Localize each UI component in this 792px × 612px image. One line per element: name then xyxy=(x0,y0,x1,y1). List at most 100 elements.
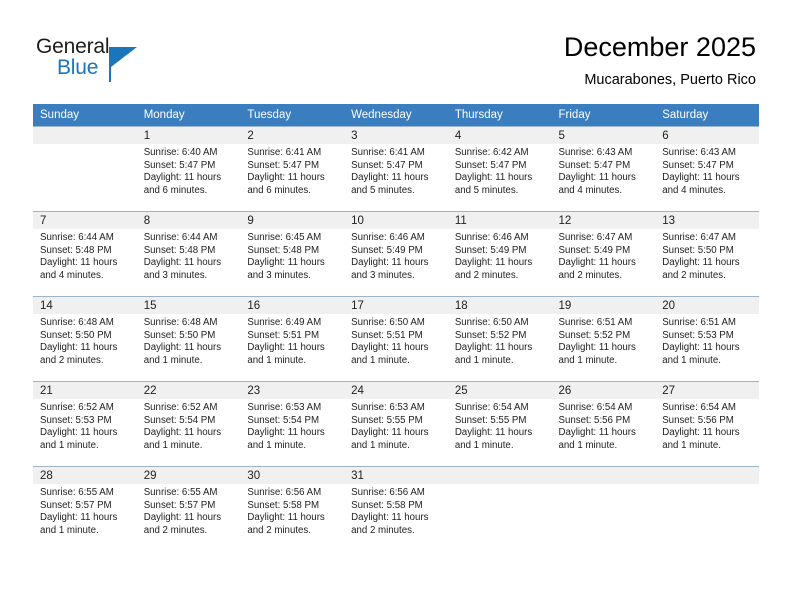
day-details: Sunrise: 6:53 AM Sunset: 5:54 PM Daylight:… xyxy=(240,399,344,452)
calendar-day-cell[interactable]: 29 Sunrise: 6:55 AM Sunset: 5:57 PM Dayligh… xyxy=(136,466,241,551)
daylight-text-line1: Daylight: 11 hours xyxy=(247,427,325,439)
calendar-day-cell[interactable]: 23 Sunrise: 6:53 AM Sunset: 5:54 PM Dayligh… xyxy=(240,381,345,466)
daylight-text-line1: Daylight: 11 hours xyxy=(558,172,636,184)
day-cell-inner: 10 Sunrise: 6:46 AM Sunset: 5:49 PM Dayligh… xyxy=(344,211,448,296)
day-number: 4 xyxy=(447,127,552,144)
day-cell-inner: 7 Sunrise: 6:44 AM Sunset: 5:48 PM Daylight… xyxy=(33,211,137,296)
day-number: 14 xyxy=(33,297,137,314)
daylight-text-line2: and 4 minutes. xyxy=(662,184,726,196)
calendar-day-cell[interactable]: 22 Sunrise: 6:52 AM Sunset: 5:54 PM Dayligh… xyxy=(136,381,241,466)
calendar-day-cell[interactable]: 15 Sunrise: 6:48 AM Sunset: 5:50 PM Dayligh… xyxy=(136,296,241,381)
calendar-day-cell[interactable]: 3 Sunrise: 6:41 AM Sunset: 5:47 PM Daylight… xyxy=(344,126,448,211)
sunrise-text: Sunrise: 6:56 AM xyxy=(247,487,322,498)
calendar-day-cell[interactable]: 16 Sunrise: 6:49 AM Sunset: 5:51 PM Dayligh… xyxy=(240,296,345,381)
day-cell-inner: 17 Sunrise: 6:50 AM Sunset: 5:51 PM Dayligh… xyxy=(344,296,448,381)
sunrise-text: Sunrise: 6:54 AM xyxy=(662,402,736,413)
daylight-text-line1: Daylight: 11 hours xyxy=(351,512,429,524)
calendar-day-cell[interactable]: 10 Sunrise: 6:46 AM Sunset: 5:49 PM Dayligh… xyxy=(344,211,448,296)
daylight-text-line2: and 1 minute. xyxy=(40,524,99,536)
day-cell-inner: 19 Sunrise: 6:51 AM Sunset: 5:52 PM Dayligh… xyxy=(551,296,656,381)
daylight-text-line1: Daylight: 11 hours xyxy=(351,342,429,354)
daylight-text-line2: and 5 minutes. xyxy=(454,184,519,196)
day-cell-inner: 22 Sunrise: 6:52 AM Sunset: 5:54 PM Dayligh… xyxy=(136,381,241,466)
day-cell-inner: 23 Sunrise: 6:53 AM Sunset: 5:54 PM Dayligh… xyxy=(240,381,345,466)
sunset-text: Sunset: 5:48 PM xyxy=(40,244,112,256)
calendar-day-cell[interactable]: 18 Sunrise: 6:50 AM Sunset: 5:52 PM Dayligh… xyxy=(447,296,552,381)
calendar-day-cell[interactable]: 12 Sunrise: 6:47 AM Sunset: 5:49 PM Dayligh… xyxy=(551,211,656,296)
sunrise-text: Sunrise: 6:41 AM xyxy=(351,147,425,158)
calendar-day-cell[interactable]: 8 Sunrise: 6:44 AM Sunset: 5:48 PM Daylight… xyxy=(136,211,241,296)
daylight-text-line1: Daylight: 11 hours xyxy=(351,257,429,269)
sunrise-text: Sunrise: 6:47 AM xyxy=(558,232,633,243)
day-details: Sunrise: 6:53 AM Sunset: 5:55 PM Daylight:… xyxy=(344,399,448,452)
calendar-day-cell[interactable]: 5 Sunrise: 6:43 AM Sunset: 5:47 PM Daylight… xyxy=(551,126,656,211)
day-number: 20 xyxy=(655,297,759,314)
daylight-text-line1: Daylight: 11 hours xyxy=(662,172,740,184)
sunset-text: Sunset: 5:47 PM xyxy=(351,159,423,171)
day-number: 31 xyxy=(344,467,448,484)
calendar-week-row: 1 Sunrise: 6:40 AM Sunset: 5:47 PM Daylight… xyxy=(33,126,759,211)
daylight-text-line2: and 1 minute. xyxy=(662,439,721,451)
day-number: 23 xyxy=(240,382,345,399)
calendar-day-cell[interactable]: 19 Sunrise: 6:51 AM Sunset: 5:52 PM Dayligh… xyxy=(551,296,656,381)
weekday-header-saturday: Saturday xyxy=(655,104,759,126)
day-cell-inner: 25 Sunrise: 6:54 AM Sunset: 5:55 PM Dayligh… xyxy=(447,381,552,466)
day-cell-inner: 24 Sunrise: 6:53 AM Sunset: 5:55 PM Dayligh… xyxy=(344,381,448,466)
calendar-day-cell[interactable]: 2 Sunrise: 6:41 AM Sunset: 5:47 PM Daylight… xyxy=(240,126,345,211)
day-number: 9 xyxy=(240,212,345,229)
daylight-text-line1: Daylight: 11 hours xyxy=(454,342,533,354)
daylight-text-line1: Daylight: 11 hours xyxy=(40,512,118,524)
calendar-day-cell[interactable]: 13 Sunrise: 6:47 AM Sunset: 5:50 PM Dayligh… xyxy=(655,211,759,296)
day-details xyxy=(552,484,656,487)
calendar-day-cell[interactable]: 26 Sunrise: 6:54 AM Sunset: 5:56 PM Dayligh… xyxy=(551,381,656,466)
day-details: Sunrise: 6:45 AM Sunset: 5:48 PM Daylight:… xyxy=(240,229,344,282)
sunset-text: Sunset: 5:50 PM xyxy=(662,244,734,256)
sunset-text: Sunset: 5:49 PM xyxy=(558,244,631,256)
day-cell-inner: 26 Sunrise: 6:54 AM Sunset: 5:56 PM Dayligh… xyxy=(551,381,656,466)
calendar-day-cell[interactable]: 7 Sunrise: 6:44 AM Sunset: 5:48 PM Daylight… xyxy=(33,211,137,296)
calendar-day-cell[interactable]: 30 Sunrise: 6:56 AM Sunset: 5:58 PM Dayligh… xyxy=(240,466,345,551)
calendar-day-cell[interactable]: 24 Sunrise: 6:53 AM Sunset: 5:55 PM Dayligh… xyxy=(344,381,448,466)
calendar-day-cell[interactable]: 28 Sunrise: 6:55 AM Sunset: 5:57 PM Dayligh… xyxy=(33,466,137,551)
calendar-day-cell[interactable]: 1 Sunrise: 6:40 AM Sunset: 5:47 PM Daylight… xyxy=(136,126,241,211)
calendar-day-cell[interactable]: 11 Sunrise: 6:46 AM Sunset: 5:49 PM Dayligh… xyxy=(447,211,552,296)
calendar-day-cell[interactable]: 25 Sunrise: 6:54 AM Sunset: 5:55 PM Dayligh… xyxy=(447,381,552,466)
calendar-day-cell[interactable]: 20 Sunrise: 6:51 AM Sunset: 5:53 PM Dayligh… xyxy=(655,296,759,381)
daylight-text-line2: and 1 minute. xyxy=(143,439,203,451)
day-number xyxy=(33,127,137,144)
day-cell-inner: 4 Sunrise: 6:42 AM Sunset: 5:47 PM Daylight… xyxy=(447,126,552,211)
sunrise-text: Sunrise: 6:53 AM xyxy=(247,402,322,413)
day-details: Sunrise: 6:50 AM Sunset: 5:52 PM Daylight:… xyxy=(448,314,552,367)
calendar-day-cell[interactable]: 27 Sunrise: 6:54 AM Sunset: 5:56 PM Dayligh… xyxy=(655,381,759,466)
calendar-day-cell[interactable]: 6 Sunrise: 6:43 AM Sunset: 5:47 PM Daylight… xyxy=(655,126,759,211)
sunset-text: Sunset: 5:54 PM xyxy=(247,414,320,426)
calendar-day-cell[interactable]: 17 Sunrise: 6:50 AM Sunset: 5:51 PM Dayligh… xyxy=(344,296,448,381)
day-number: 8 xyxy=(136,212,241,229)
daylight-text-line2: and 1 minute. xyxy=(247,354,307,366)
calendar-day-cell[interactable]: 31 Sunrise: 6:56 AM Sunset: 5:58 PM Dayligh… xyxy=(344,466,448,551)
daylight-text-line1: Daylight: 11 hours xyxy=(40,427,118,439)
day-details: Sunrise: 6:46 AM Sunset: 5:49 PM Daylight:… xyxy=(344,229,448,282)
sunset-text: Sunset: 5:51 PM xyxy=(247,329,320,341)
day-number: 2 xyxy=(240,127,345,144)
day-details: Sunrise: 6:56 AM Sunset: 5:58 PM Daylight:… xyxy=(240,484,344,537)
daylight-text-line1: Daylight: 11 hours xyxy=(558,257,636,269)
page-subtitle: Mucarabones, Puerto Rico xyxy=(584,72,756,88)
day-cell-inner xyxy=(447,466,552,551)
daylight-text-line1: Daylight: 11 hours xyxy=(351,172,429,184)
daylight-text-line1: Daylight: 11 hours xyxy=(662,427,740,439)
calendar-day-cell[interactable]: 9 Sunrise: 6:45 AM Sunset: 5:48 PM Daylight… xyxy=(240,211,345,296)
calendar-day-cell[interactable]: 4 Sunrise: 6:42 AM Sunset: 5:47 PM Daylight… xyxy=(447,126,552,211)
day-details: Sunrise: 6:44 AM Sunset: 5:48 PM Daylight:… xyxy=(137,229,241,282)
page-title: December 2025 xyxy=(563,32,756,62)
calendar-week-row: 28 Sunrise: 6:55 AM Sunset: 5:57 PM Dayligh… xyxy=(33,466,759,551)
sunset-text: Sunset: 5:57 PM xyxy=(143,499,216,511)
daylight-text-line1: Daylight: 11 hours xyxy=(454,427,533,439)
sunrise-text: Sunrise: 6:53 AM xyxy=(351,402,425,413)
calendar-day-cell[interactable]: 21 Sunrise: 6:52 AM Sunset: 5:53 PM Dayligh… xyxy=(33,381,137,466)
day-cell-inner: 14 Sunrise: 6:48 AM Sunset: 5:50 PM Dayligh… xyxy=(33,296,137,381)
brand-logo[interactable]: General Blue xyxy=(36,35,206,83)
calendar-day-cell[interactable]: 14 Sunrise: 6:48 AM Sunset: 5:50 PM Dayligh… xyxy=(33,296,137,381)
sunset-text: Sunset: 5:52 PM xyxy=(454,329,527,341)
sunrise-text: Sunrise: 6:49 AM xyxy=(247,317,322,328)
